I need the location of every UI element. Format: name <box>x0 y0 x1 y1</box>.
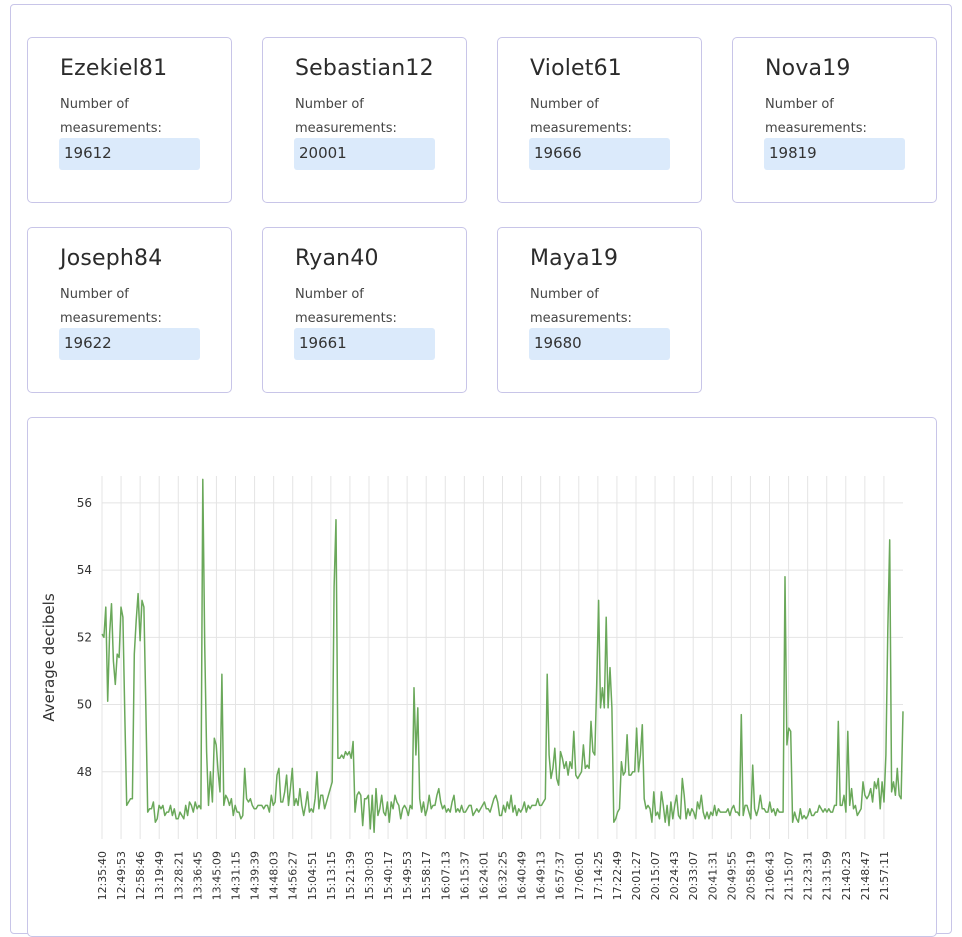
x-tick-label: 21:23:31 <box>802 851 815 900</box>
measurements-label: Number of measurements: <box>530 97 632 136</box>
x-tick-label: 20:33:07 <box>687 851 700 900</box>
x-tick-label: 16:57:37 <box>554 851 567 900</box>
x-tick-label: 14:56:27 <box>287 851 300 900</box>
x-tick-label: 13:28:21 <box>172 851 185 900</box>
x-tick-label: 12:35:40 <box>96 851 109 900</box>
user-card-violet61: Violet61 Number of measurements: 19666 <box>497 37 702 203</box>
x-tick-label: 21:48:47 <box>859 851 872 900</box>
user-name: Nova19 <box>765 56 851 81</box>
x-tick-label: 16:49:13 <box>535 851 548 900</box>
x-tick-label: 21:57:11 <box>878 851 891 900</box>
user-name: Sebastian12 <box>295 56 434 81</box>
user-card-sebastian12: Sebastian12 Number of measurements: 2000… <box>262 37 467 203</box>
x-tick-label: 17:22:49 <box>611 851 624 900</box>
x-tick-label: 15:13:15 <box>325 851 338 900</box>
x-tick-label: 15:49:53 <box>401 851 414 900</box>
measurements-value: 19661 <box>294 328 435 360</box>
measurements-value: 19612 <box>59 138 200 170</box>
x-tick-label: 16:40:49 <box>516 851 529 900</box>
user-card-ezekiel81: Ezekiel81 Number of measurements: 19612 <box>27 37 232 203</box>
x-tick-label: 17:14:25 <box>592 851 605 900</box>
x-tick-label: 20:01:27 <box>630 851 643 900</box>
x-tick-label: 13:45:09 <box>210 851 223 900</box>
x-tick-label: 17:06:01 <box>573 851 586 900</box>
chart-panel: 48 50 52 54 56 12:35:40 12:49:53 12:58:46 13:19:… <box>27 417 937 937</box>
x-tick-label: 21:31:59 <box>821 851 834 900</box>
measurements-value: 19680 <box>529 328 670 360</box>
x-tick-label: 12:58:46 <box>134 851 147 900</box>
user-card-maya19: Maya19 Number of measurements: 19680 <box>497 227 702 393</box>
user-name: Maya19 <box>530 246 619 271</box>
user-card-ryan40: Ryan40 Number of measurements: 19661 <box>262 227 467 393</box>
measurements-label: Number of measurements: <box>765 97 867 136</box>
x-tick-label: 15:21:39 <box>344 851 357 900</box>
y-tick-label: 52 <box>77 630 92 644</box>
x-tick-label: 16:24:01 <box>477 851 490 900</box>
y-tick-label: 54 <box>77 563 92 577</box>
user-card-nova19: Nova19 Number of measurements: 19819 <box>732 37 937 203</box>
x-tick-label: 21:15:07 <box>783 851 796 900</box>
measurements-value: 19622 <box>59 328 200 360</box>
x-tick-label: 14:48:03 <box>268 851 281 900</box>
x-tick-label: 14:39:39 <box>249 851 262 900</box>
y-axis-label: Average decibels <box>40 593 58 721</box>
x-tick-label: 15:58:17 <box>420 851 433 900</box>
x-tick-label: 16:07:13 <box>439 851 452 900</box>
x-tick-label: 12:49:53 <box>115 851 128 900</box>
measurements-value: 19666 <box>529 138 670 170</box>
user-name: Ezekiel81 <box>60 56 168 81</box>
x-tick-label: 16:32:25 <box>497 851 510 900</box>
measurements-label: Number of measurements: <box>295 97 397 136</box>
x-tick-label: 14:31:15 <box>230 851 243 900</box>
y-tick-label: 48 <box>77 765 92 779</box>
y-tick-label: 50 <box>77 698 92 712</box>
measurements-value: 20001 <box>294 138 435 170</box>
y-tick-label: 56 <box>77 496 92 510</box>
measurements-value: 19819 <box>764 138 905 170</box>
measurements-label: Number of measurements: <box>295 287 397 326</box>
x-tick-label: 20:24:43 <box>668 851 681 900</box>
x-tick-label: 20:49:55 <box>725 851 738 900</box>
x-tick-label: 20:58:19 <box>744 851 757 900</box>
x-tick-label: 13:19:49 <box>153 851 166 900</box>
user-name: Violet61 <box>530 56 623 81</box>
x-tick-label: 21:06:43 <box>764 851 777 900</box>
x-tick-label: 15:04:51 <box>306 851 319 900</box>
x-tick-label: 15:40:17 <box>382 851 395 900</box>
user-name: Joseph84 <box>60 246 163 271</box>
x-tick-label: 13:36:45 <box>191 851 204 900</box>
measurements-label: Number of measurements: <box>530 287 632 326</box>
user-card-joseph84: Joseph84 Number of measurements: 19622 <box>27 227 232 393</box>
measurements-label: Number of measurements: <box>60 287 162 326</box>
x-tick-label: 20:41:31 <box>706 851 719 900</box>
x-tick-label: 15:30:03 <box>363 851 376 900</box>
x-tick-label: 20:15:07 <box>649 851 662 900</box>
decibel-line-chart: 48 50 52 54 56 12:35:40 12:49:53 12:58:46 13:19:… <box>40 476 904 900</box>
measurements-label: Number of measurements: <box>60 97 162 136</box>
user-name: Ryan40 <box>295 246 379 271</box>
x-tick-label: 21:40:23 <box>840 851 853 900</box>
x-tick-label: 16:15:37 <box>458 851 471 900</box>
